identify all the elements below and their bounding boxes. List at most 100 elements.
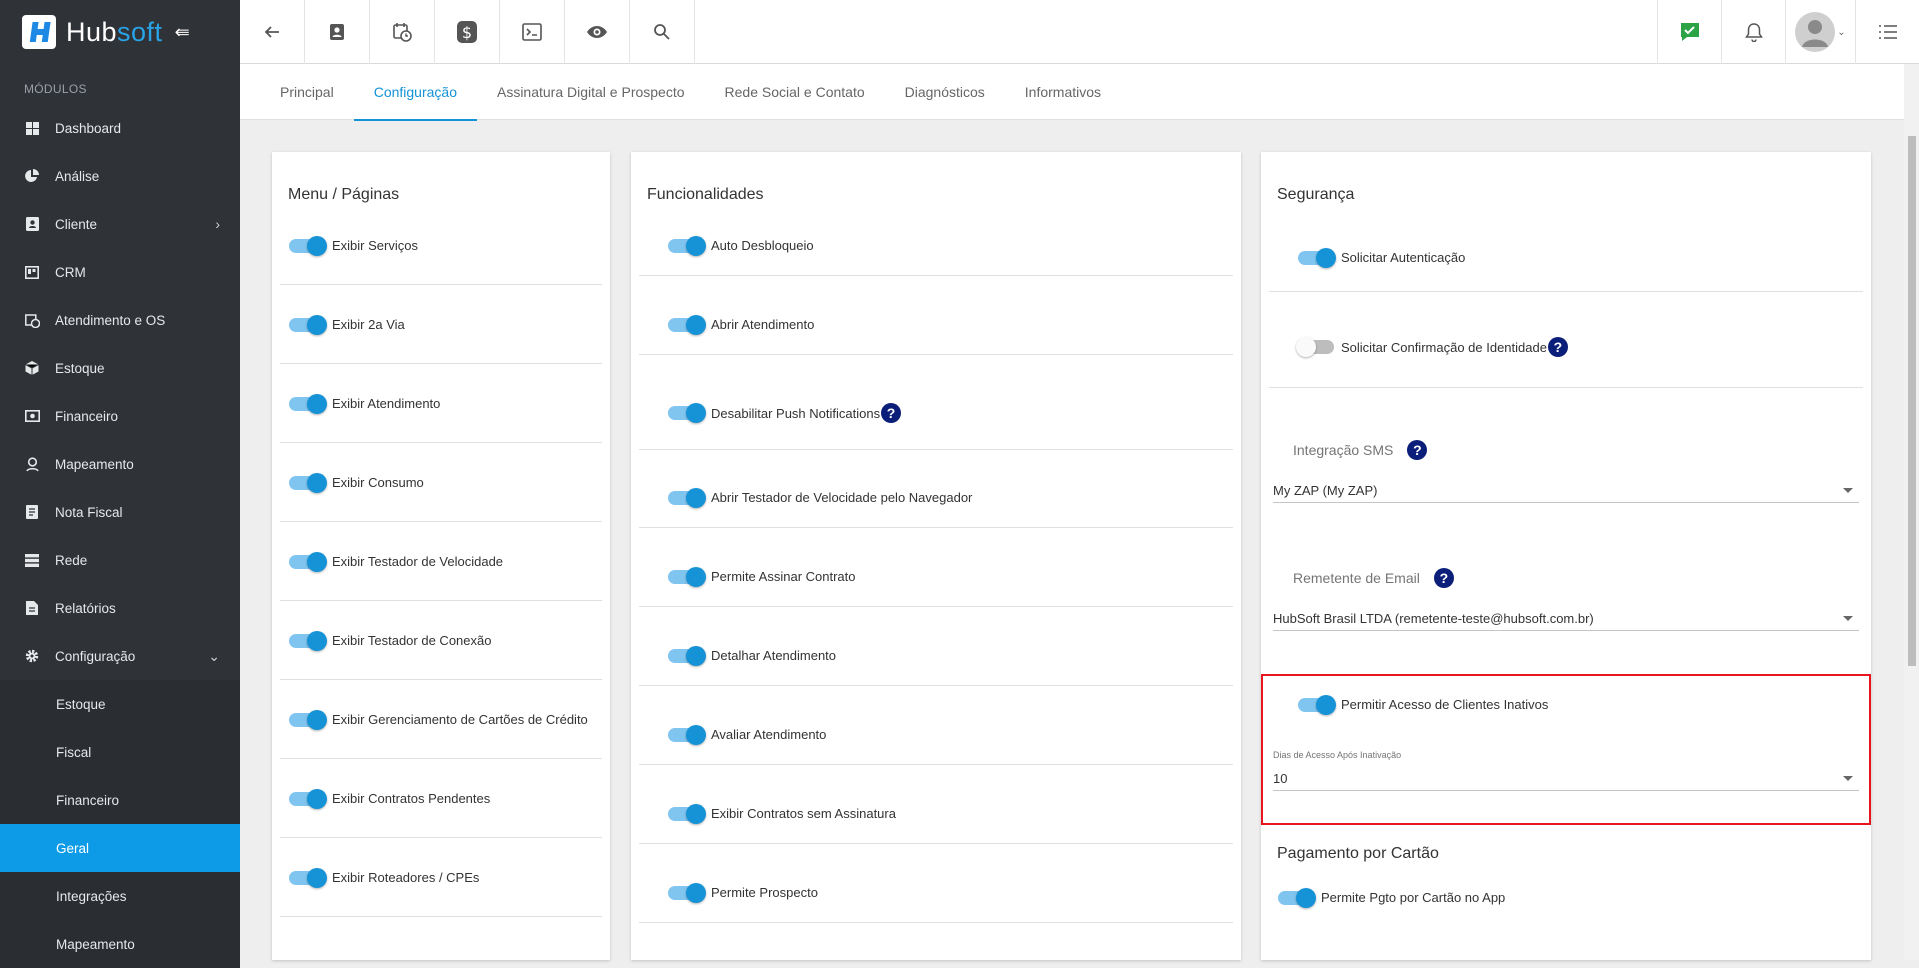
- exibir-contratos-pendentes-toggle[interactable]: [289, 788, 327, 809]
- card-payment-toggle[interactable]: [1278, 887, 1316, 908]
- finance-button[interactable]: $: [435, 0, 500, 64]
- setting-permite-prospecto: Permite Prospecto: [668, 882, 818, 903]
- card-payment-setting: Permite Pgto por Cartão no App: [1278, 887, 1505, 908]
- search-button[interactable]: [630, 0, 695, 64]
- sidebar-item-rede[interactable]: Rede: [0, 536, 240, 584]
- exibir-consumo-toggle[interactable]: [289, 472, 327, 493]
- terminal-button[interactable]: [500, 0, 565, 64]
- sidebar-subitem-financeiro[interactable]: Financeiro: [0, 776, 240, 824]
- tab-principal[interactable]: Principal: [260, 64, 354, 120]
- setting-detalhar-atendimento: Detalhar Atendimento: [668, 645, 836, 666]
- exibir-2a-via-toggle[interactable]: [289, 314, 327, 335]
- setting-auto-desbloqueio: Auto Desbloqueio: [668, 235, 814, 256]
- identity-toggle[interactable]: [1296, 337, 1334, 357]
- sidebar-subitem-fiscal[interactable]: Fiscal: [0, 728, 240, 776]
- sidebar-item-analise[interactable]: Análise: [0, 152, 240, 200]
- setting-abrir-atendimento: Abrir Atendimento: [668, 314, 814, 335]
- view-button[interactable]: [565, 0, 630, 64]
- sidebar-item-label: Análise: [55, 168, 100, 184]
- sidebar-item-nota-fiscal[interactable]: Nota Fiscal: [0, 488, 240, 536]
- permite-assinar-contrato-toggle[interactable]: [668, 566, 706, 587]
- setting-exibir-roteadores-cpes: Exibir Roteadores / CPEs: [289, 867, 479, 888]
- help-icon[interactable]: ?: [1547, 337, 1568, 357]
- report-icon: [24, 600, 40, 616]
- help-icon[interactable]: ?: [1407, 440, 1428, 460]
- chat-button[interactable]: [1657, 0, 1721, 64]
- modules-section-label: MÓDULOS: [24, 82, 87, 96]
- exibir-gerenciamento-de-cartoes-de-credito-toggle[interactable]: [289, 709, 327, 730]
- sidebar: Hubsoft ⇚ MÓDULOS Dashboard Análise Client…: [0, 0, 240, 968]
- chat-check-icon: [1680, 23, 1699, 41]
- email-sender-select[interactable]: HubSoft Brasil LTDA (remetente-teste@hub…: [1273, 607, 1859, 631]
- setting-divider: [639, 354, 1233, 355]
- back-button[interactable]: [240, 0, 305, 64]
- sidebar-item-label: Estoque: [55, 360, 105, 376]
- sidebar-item-label: Rede: [55, 552, 88, 568]
- hubsoft-logo-icon: [22, 15, 56, 49]
- auth-toggle[interactable]: [1298, 247, 1336, 268]
- pie-chart-icon: [24, 168, 40, 184]
- sidebar-subitem-mapeamento[interactable]: Mapeamento: [0, 920, 240, 968]
- setting-divider: [639, 275, 1233, 276]
- sidebar-item-crm[interactable]: CRM: [0, 248, 240, 296]
- setting-desabilitar-push-notifications: Desabilitar Push Notifications?: [668, 403, 902, 423]
- sidebar-item-relatorios[interactable]: Relatórios: [0, 584, 240, 632]
- sms-integration-select[interactable]: My ZAP (My ZAP): [1273, 479, 1859, 503]
- sidebar-item-cliente[interactable]: Cliente ›: [0, 200, 240, 248]
- brand-logo[interactable]: Hubsoft ⇚: [0, 0, 240, 64]
- avaliar-atendimento-toggle[interactable]: [668, 724, 706, 745]
- user-menu-button[interactable]: ⌄: [1785, 0, 1855, 64]
- tab-rede-social-e-contato[interactable]: Rede Social e Contato: [705, 64, 885, 120]
- help-icon[interactable]: ?: [881, 403, 902, 423]
- permite-prospecto-toggle[interactable]: [668, 882, 706, 903]
- abrir-testador-de-velocidade-pelo-navegador-toggle[interactable]: [668, 487, 706, 508]
- sidebar-item-label: Cliente: [55, 216, 98, 232]
- caret-down-icon: [1843, 488, 1853, 493]
- dashboard-icon: [24, 120, 40, 136]
- auth-setting: Solicitar Autenticação: [1298, 247, 1465, 268]
- invoice-icon: [24, 504, 40, 520]
- tab-diagnosticos[interactable]: Diagnósticos: [885, 64, 1005, 120]
- desabilitar-push-notifications-toggle[interactable]: [668, 403, 706, 423]
- sidebar-subitem-integracoes[interactable]: Integrações: [0, 872, 240, 920]
- exibir-servicos-toggle[interactable]: [289, 235, 327, 256]
- list-menu-button[interactable]: [1855, 0, 1919, 64]
- sidebar-item-configuracao[interactable]: Configuração ⌄: [0, 632, 240, 680]
- sidebar-item-atendimento-e-os[interactable]: Atendimento e OS: [0, 296, 240, 344]
- schedule-button[interactable]: [370, 0, 435, 64]
- tab-assinatura-digital-e-prospecto[interactable]: Assinatura Digital e Prospecto: [477, 64, 705, 120]
- exibir-testador-de-conexao-toggle[interactable]: [289, 630, 327, 651]
- setting-divider: [639, 922, 1233, 923]
- dollar-icon: $: [457, 21, 477, 43]
- sidebar-item-dashboard[interactable]: Dashboard: [0, 104, 240, 152]
- exibir-contratos-sem-assinatura-toggle[interactable]: [668, 803, 706, 824]
- setting-row: [1269, 152, 1863, 292]
- page-scrollbar[interactable]: [1904, 64, 1919, 960]
- setting-divider: [639, 606, 1233, 607]
- auto-desbloqueio-toggle[interactable]: [668, 235, 706, 256]
- tab-informativos[interactable]: Informativos: [1005, 64, 1121, 120]
- exibir-roteadores-cpes-toggle[interactable]: [289, 867, 327, 888]
- caret-down-icon: [1843, 616, 1853, 621]
- calendar-clock-icon: [24, 312, 40, 328]
- sidebar-item-label: Mapeamento: [55, 456, 134, 472]
- avatar: [1795, 12, 1836, 52]
- security-card: Segurança Solicitar Autenticação Solicit…: [1261, 152, 1871, 960]
- tab-configuracao[interactable]: Configuração: [353, 64, 478, 121]
- scrollbar-thumb[interactable]: [1908, 136, 1916, 666]
- sidebar-item-mapeamento[interactable]: Mapeamento: [0, 440, 240, 488]
- setting-exibir-servicos: Exibir Serviços: [289, 235, 418, 256]
- detalhar-atendimento-toggle[interactable]: [668, 645, 706, 666]
- sidebar-item-financeiro[interactable]: Financeiro: [0, 392, 240, 440]
- exibir-atendimento-toggle[interactable]: [289, 393, 327, 414]
- help-icon[interactable]: ?: [1433, 568, 1454, 588]
- collapse-menu-icon[interactable]: ⇚: [175, 22, 190, 43]
- sidebar-subitem-geral[interactable]: Geral: [0, 824, 240, 872]
- sidebar-item-estoque[interactable]: Estoque: [0, 344, 240, 392]
- contacts-button[interactable]: [305, 0, 370, 64]
- sidebar-subitem-estoque[interactable]: Estoque: [0, 680, 240, 728]
- abrir-atendimento-toggle[interactable]: [668, 314, 706, 335]
- svg-text:$: $: [462, 23, 472, 42]
- exibir-testador-de-velocidade-toggle[interactable]: [289, 551, 327, 572]
- notifications-button[interactable]: [1721, 0, 1785, 64]
